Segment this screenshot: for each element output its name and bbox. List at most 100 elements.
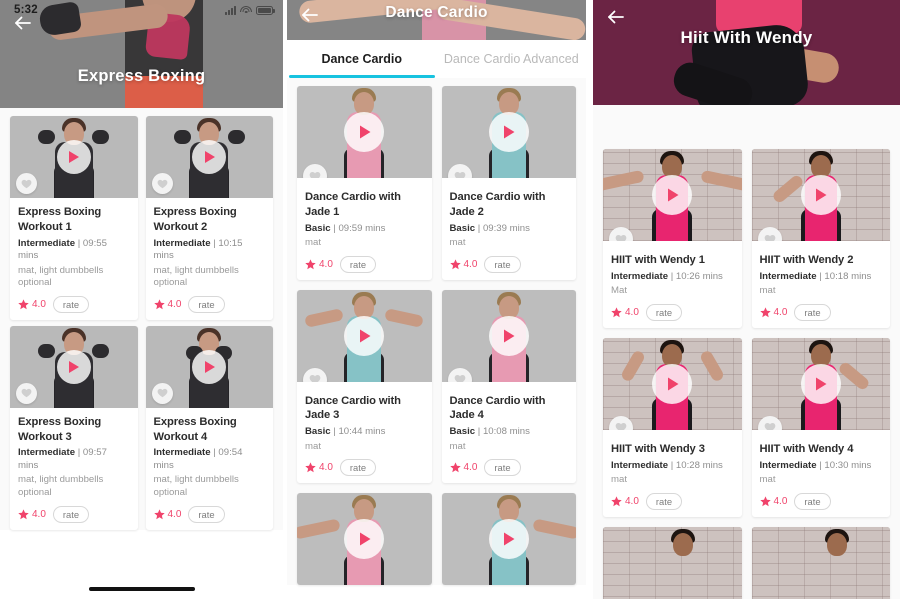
workout-card[interactable]: HIIT with Wendy 2 Intermediate | 10:18 m…: [751, 149, 890, 328]
heart-icon[interactable]: [447, 164, 472, 178]
play-icon[interactable]: [800, 175, 841, 215]
workout-card-partial[interactable]: [751, 526, 890, 599]
workout-thumbnail: [603, 149, 742, 241]
rate-button[interactable]: rate: [52, 505, 90, 523]
star-icon: [305, 259, 316, 269]
workout-card[interactable]: HIIT with Wendy 1 Intermediate | 10:26 m…: [603, 149, 742, 328]
workout-title: Dance Cardio with Jade 1: [305, 191, 401, 218]
heart-icon[interactable]: [151, 173, 173, 194]
heart-icon[interactable]: [16, 382, 37, 404]
back-arrow-icon[interactable]: [605, 6, 627, 28]
back-arrow-icon[interactable]: [299, 4, 321, 26]
meta-separator: |: [77, 447, 81, 459]
workout-level: Intermediate: [153, 237, 211, 249]
play-icon[interactable]: [488, 519, 529, 560]
workout-duration: 10:28 mins: [675, 459, 723, 471]
play-icon[interactable]: [488, 315, 529, 356]
workout-meta: Basic | 10:44 mins: [305, 426, 424, 438]
status-bar-icons: [225, 5, 275, 15]
workout-card[interactable]: Dance Cardio with Jade 2 Basic | 09:39 m…: [441, 86, 576, 280]
workout-duration: 09:59 mins: [338, 222, 386, 234]
workout-card-partial[interactable]: [297, 493, 432, 586]
workout-meta: Intermediate | 09:54 mins: [154, 447, 266, 472]
workout-meta: Basic | 09:59 mins: [305, 223, 424, 235]
rate-button[interactable]: rate: [794, 303, 831, 321]
workout-meta: Intermediate | 10:30 mins: [760, 460, 883, 472]
workout-thumbnail: [145, 325, 273, 408]
workout-thumbnail: [297, 289, 432, 382]
workout-equipment: mat: [759, 474, 776, 486]
rating: 4.0: [305, 462, 333, 473]
rate-button[interactable]: rate: [645, 303, 683, 321]
workout-card-partial[interactable]: [603, 526, 742, 599]
rating: 4.0: [153, 509, 181, 520]
play-icon[interactable]: [488, 112, 529, 152]
tab-dance-cardio[interactable]: Dance Cardio: [287, 40, 437, 78]
play-icon[interactable]: [344, 112, 385, 152]
workout-title: HIIT with Wendy 3: [611, 442, 705, 455]
heart-icon[interactable]: [16, 173, 37, 194]
workout-duration: 09:39 mins: [482, 222, 530, 234]
workout-card[interactable]: Express Boxing Workout 1 Intermediate | …: [10, 116, 138, 320]
home-indicator: [88, 586, 195, 591]
workout-title: HIIT with Wendy 1: [611, 254, 705, 266]
workout-thumbnail: [145, 116, 273, 198]
rate-button[interactable]: rate: [484, 255, 521, 273]
rating-value: 4.0: [463, 462, 478, 474]
heart-icon[interactable]: [757, 227, 782, 241]
workout-level: Basic: [305, 222, 331, 234]
rate-button[interactable]: rate: [794, 492, 831, 510]
meta-separator: |: [477, 426, 481, 438]
play-icon[interactable]: [344, 315, 385, 356]
play-icon[interactable]: [56, 349, 91, 384]
workout-title: Express Boxing Workout 2: [153, 206, 237, 233]
workout-title: HIIT with Wendy 4: [759, 442, 854, 455]
rate-button[interactable]: rate: [484, 459, 521, 477]
meta-separator: |: [213, 447, 216, 459]
rating-value: 4.0: [319, 258, 333, 270]
play-icon[interactable]: [192, 140, 227, 174]
workout-list-hiit-with-wendy: HIIT with Wendy 1 Intermediate | 10:26 m…: [593, 105, 900, 599]
cellular-bars-icon: [225, 5, 236, 15]
rating: 4.0: [611, 307, 639, 318]
workout-card[interactable]: Dance Cardio with Jade 4 Basic | 10:08 m…: [441, 289, 576, 484]
heart-icon[interactable]: [757, 415, 782, 430]
workout-thumbnail: [751, 526, 890, 599]
heart-icon[interactable]: [151, 382, 173, 404]
star-icon: [449, 259, 461, 269]
workout-card-partial[interactable]: [441, 493, 576, 586]
page-title: Express Boxing: [77, 66, 206, 85]
workout-equipment: mat, light dumbbells optional: [153, 474, 239, 498]
rate-button[interactable]: rate: [52, 295, 90, 313]
workout-thumbnail: [297, 493, 432, 586]
workout-card[interactable]: HIIT with Wendy 3 Intermediate | 10:28 m…: [603, 337, 742, 517]
play-icon[interactable]: [56, 140, 91, 174]
workout-meta: Basic | 09:39 mins: [450, 223, 569, 235]
meta-separator: |: [477, 222, 481, 234]
workout-card[interactable]: Express Boxing Workout 2 Intermediate | …: [145, 116, 273, 320]
rate-button[interactable]: rate: [188, 505, 225, 523]
workout-card[interactable]: Express Boxing Workout 4 Intermediate | …: [145, 325, 273, 530]
workout-card[interactable]: Dance Cardio with Jade 3 Basic | 10:44 m…: [297, 289, 432, 484]
play-icon[interactable]: [652, 363, 693, 404]
play-icon[interactable]: [652, 175, 693, 215]
workout-card[interactable]: Dance Cardio with Jade 1 Basic | 09:59 m…: [297, 86, 432, 280]
rate-button[interactable]: rate: [188, 295, 225, 313]
tab-dance-cardio-advanced[interactable]: Dance Cardio Advanced: [437, 40, 587, 78]
workout-title: Express Boxing Workout 4: [153, 415, 237, 443]
workout-level: Intermediate: [611, 459, 669, 471]
battery-icon: [256, 5, 275, 15]
rate-button[interactable]: rate: [645, 492, 683, 510]
workout-thumbnail: [441, 289, 576, 382]
meta-separator: |: [819, 459, 822, 471]
workout-equipment: Mat: [611, 285, 627, 297]
play-icon[interactable]: [344, 519, 385, 560]
play-icon[interactable]: [800, 363, 841, 404]
rate-button[interactable]: rate: [339, 459, 377, 477]
workout-card[interactable]: Express Boxing Workout 3 Intermediate | …: [10, 325, 138, 530]
workout-equipment: mat: [449, 237, 466, 249]
workout-card[interactable]: HIIT with Wendy 4 Intermediate | 10:30 m…: [751, 337, 890, 517]
rate-button[interactable]: rate: [339, 255, 377, 273]
play-icon[interactable]: [192, 349, 227, 384]
hero-header-express-boxing: 5:32 Express Boxing: [0, 0, 283, 108]
